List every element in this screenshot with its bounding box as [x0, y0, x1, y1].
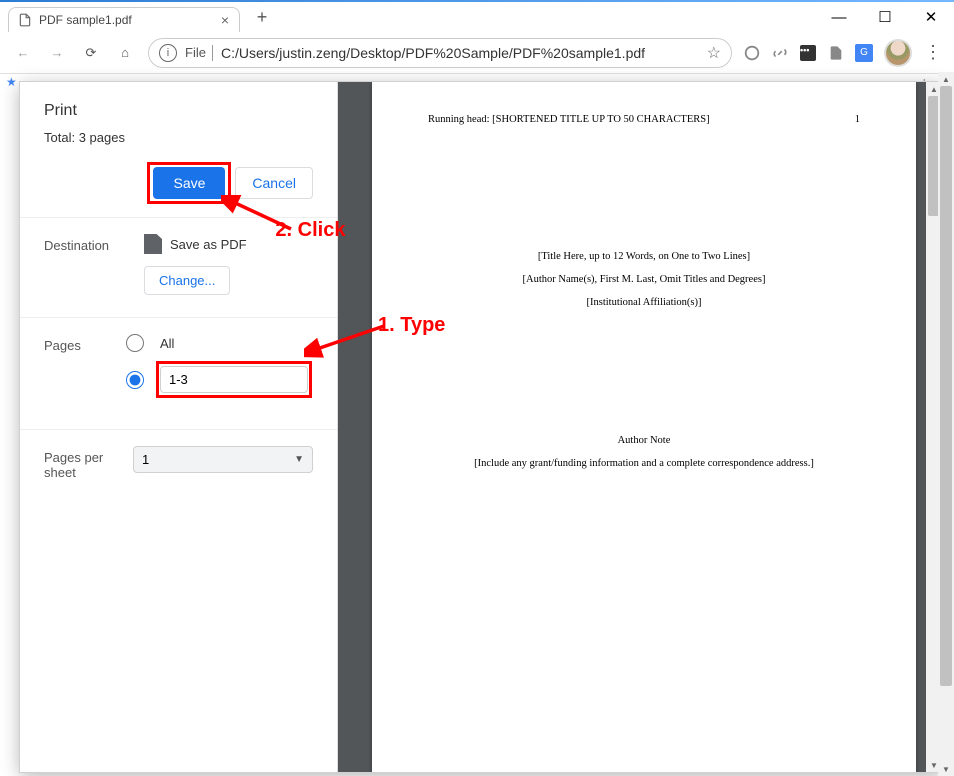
scrollbar-thumb[interactable]: [940, 86, 952, 686]
destination-value: Save as PDF: [170, 237, 247, 252]
doc-affiliation-line: [Institutional Affiliation(s)]: [428, 291, 860, 314]
save-button[interactable]: Save: [153, 167, 225, 199]
forward-button[interactable]: →: [40, 36, 74, 70]
print-dialog: Print Total: 3 pages Save Cancel Destina…: [20, 82, 944, 772]
annotation-type-text: 1. Type: [378, 314, 445, 337]
page-info-icon[interactable]: i: [159, 44, 177, 62]
browser-toolbar: ← → ⟳ ⌂ i File C:/Users/justin.zeng/Desk…: [0, 32, 954, 74]
tab-close-icon[interactable]: ×: [219, 12, 231, 28]
page-number: 1: [855, 114, 860, 125]
scroll-down-icon[interactable]: ▼: [938, 762, 954, 776]
preview-page: Running head: [SHORTENED TITLE UP TO 50 …: [372, 82, 916, 772]
home-button[interactable]: ⌂: [108, 36, 142, 70]
reload-button[interactable]: ⟳: [74, 36, 108, 70]
doc-author-line: [Author Name(s), First M. Last, Omit Tit…: [428, 268, 860, 291]
page-scrollbar[interactable]: ▲ ▼: [938, 72, 954, 776]
profile-avatar[interactable]: [884, 39, 912, 67]
chevron-down-icon: ▼: [294, 454, 304, 465]
doc-title-line: [Title Here, up to 12 Words, on One to T…: [428, 245, 860, 268]
minimize-button[interactable]: —: [816, 2, 862, 32]
maximize-button[interactable]: ☐: [862, 2, 908, 32]
annotation-click-text: 2. Click: [275, 219, 345, 242]
running-head-text: Running head: [SHORTENED TITLE UP TO 50 …: [428, 114, 710, 125]
url-separator: [212, 45, 213, 61]
doc-note-line: [Include any grant/funding information a…: [428, 452, 860, 475]
pages-per-sheet-label: Pages per sheet: [44, 446, 133, 480]
extension-links-icon[interactable]: [768, 41, 792, 65]
new-tab-button[interactable]: +: [248, 3, 276, 31]
pages-all-label: All: [160, 336, 174, 351]
address-bar[interactable]: i File C:/Users/justin.zeng/Desktop/PDF%…: [148, 38, 732, 68]
url-path: C:/Users/justin.zeng/Desktop/PDF%20Sampl…: [221, 45, 701, 61]
browser-tab[interactable]: PDF sample1.pdf ×: [8, 7, 240, 32]
window-close-button[interactable]: ✕: [908, 2, 954, 32]
pages-per-sheet-value: 1: [142, 452, 149, 467]
change-destination-button[interactable]: Change...: [144, 266, 230, 295]
destination-label: Destination: [44, 234, 144, 253]
tab-title: PDF sample1.pdf: [39, 13, 219, 27]
pages-all-radio[interactable]: [126, 334, 144, 352]
bookmark-star-icon[interactable]: ☆: [707, 43, 721, 63]
browser-menu-button[interactable]: ⋮: [918, 42, 948, 63]
bookmarks-bar-star-icon[interactable]: ★: [6, 75, 17, 89]
pdf-file-icon: [144, 234, 162, 254]
print-total: Total: 3 pages: [44, 130, 313, 145]
file-icon: [17, 12, 33, 28]
print-options-panel: Print Total: 3 pages Save Cancel Destina…: [20, 82, 338, 772]
window-titlebar: PDF sample1.pdf × + — ☐ ✕: [0, 2, 954, 32]
url-scheme-label: File: [185, 45, 206, 60]
extension-pdf-icon[interactable]: [824, 41, 848, 65]
pages-range-input[interactable]: [160, 366, 308, 393]
print-preview: Running head: [SHORTENED TITLE UP TO 50 …: [338, 82, 944, 772]
pages-range-radio[interactable]: [126, 371, 144, 389]
scroll-up-icon[interactable]: ▲: [938, 72, 954, 86]
extension-dark-icon[interactable]: •••: [796, 41, 820, 65]
extension-translate-icon[interactable]: G: [852, 41, 876, 65]
back-button[interactable]: ←: [6, 36, 40, 70]
cancel-button[interactable]: Cancel: [235, 167, 313, 199]
extension-circle-icon[interactable]: [740, 41, 764, 65]
pages-per-sheet-select[interactable]: 1 ▼: [133, 446, 313, 473]
doc-note-heading: Author Note: [428, 429, 860, 452]
print-title: Print: [44, 102, 313, 120]
